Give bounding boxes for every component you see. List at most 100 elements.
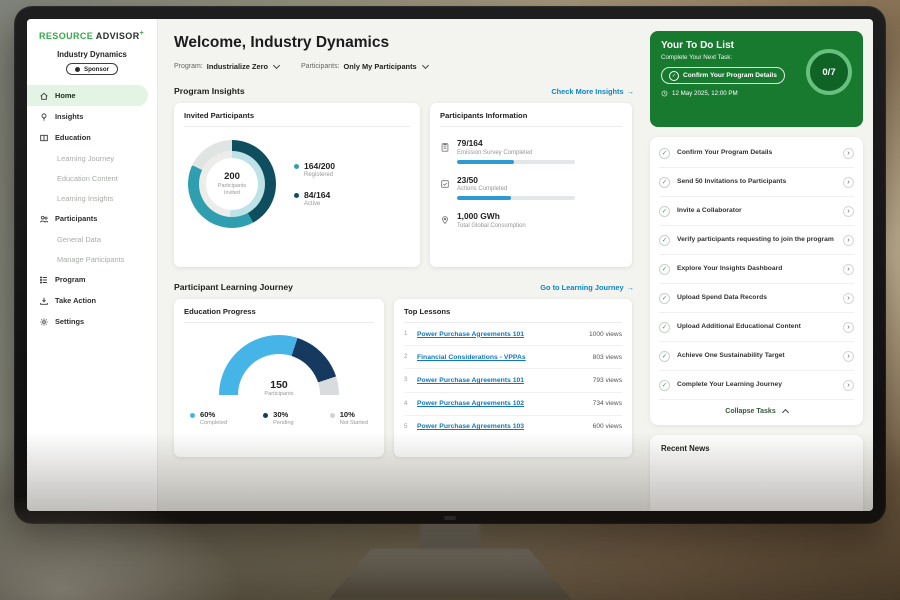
gauge-legend: 60% Completed 30% Pending <box>184 410 374 426</box>
insights-cards-row: Invited Participants 200 Participants In… <box>174 103 634 267</box>
sidebar-item-program[interactable]: Program <box>27 269 157 290</box>
lesson-link[interactable]: Power Purchase Agreements 102 <box>417 400 587 407</box>
check-circle-icon[interactable]: ✓ <box>659 177 670 188</box>
chevron-right-icon[interactable]: › <box>843 206 854 217</box>
check-circle-icon[interactable]: ✓ <box>659 206 670 217</box>
gauge-center-value: 150 <box>219 379 339 391</box>
task-row[interactable]: ✓ Complete Your Learning Journey › <box>659 371 854 400</box>
check-circle-icon[interactable]: ✓ <box>659 293 670 304</box>
clock-icon <box>661 90 668 97</box>
lesson-link[interactable]: Power Purchase Agreements 103 <box>417 423 587 430</box>
lesson-views: 803 views <box>593 354 622 361</box>
sidebar-menu: Home Insights Education Learning Journey <box>27 85 157 332</box>
invited-participants-donut: 200 Participants Invited <box>188 140 276 228</box>
book-icon <box>39 133 49 143</box>
sidebar-item-learning-insights[interactable]: Learning Insights <box>27 188 157 208</box>
task-label: Verify participants requesting to join t… <box>677 236 836 245</box>
task-row[interactable]: ✓ Send 50 Invitations to Participants › <box>659 168 854 197</box>
chevron-right-icon[interactable]: › <box>843 380 854 391</box>
program-filter[interactable]: Program: Industrialize Zero <box>174 62 279 71</box>
legend-label: Active <box>304 201 330 207</box>
chevron-right-icon[interactable]: › <box>843 148 854 159</box>
chevron-down-icon <box>273 62 280 69</box>
due-text: 12 May 2025, 12:00 PM <box>672 90 738 97</box>
sidebar-item-settings[interactable]: Settings <box>27 311 157 332</box>
program-filter-value: Industrialize Zero <box>207 62 268 71</box>
chevron-right-icon[interactable]: › <box>843 235 854 246</box>
lesson-link[interactable]: Financial Considerations - VPPAs <box>417 354 587 361</box>
sidebar-item-learning-journey[interactable]: Learning Journey <box>27 148 157 168</box>
sidebar-item-label: Education Content <box>57 174 118 183</box>
legend-label: Registered <box>304 172 335 178</box>
top-lessons-card: Top Lessons 1 Power Purchase Agreements … <box>394 299 632 457</box>
legend-dot <box>263 413 268 418</box>
lightbulb-icon <box>39 112 49 122</box>
chevron-right-icon[interactable]: › <box>843 264 854 275</box>
gauge-center: 150 Participants <box>219 379 339 397</box>
sidebar-item-general-data[interactable]: General Data <box>27 229 157 249</box>
lesson-link[interactable]: Power Purchase Agreements 101 <box>417 377 587 384</box>
donut-legend: 164/200 Registered 84/164 Active <box>294 161 335 207</box>
participants-filter[interactable]: Participants: Only My Participants <box>301 62 428 71</box>
sidebar-item-label: General Data <box>57 235 101 244</box>
monitor-bezel: RESOURCE ADVISOR+ Industry Dynamics Spon… <box>14 6 886 524</box>
home-icon <box>39 91 49 101</box>
sidebar-item-manage-participants[interactable]: Manage Participants <box>27 249 157 269</box>
collapse-tasks-button[interactable]: Collapse Tasks <box>659 400 854 422</box>
check-circle-icon[interactable]: ✓ <box>659 351 670 362</box>
progress-fill <box>457 160 514 164</box>
task-row[interactable]: ✓ Explore Your Insights Dashboard › <box>659 255 854 284</box>
legend-value: 30% <box>273 410 294 419</box>
list-icon <box>39 275 49 285</box>
people-icon <box>39 214 49 224</box>
sponsor-badge-icon <box>75 67 80 72</box>
sidebar-item-label: Insights <box>55 112 83 121</box>
legend-label: Pending <box>273 420 294 426</box>
todo-summary-card: Your To Do List Complete Your Next Task:… <box>650 31 863 127</box>
chevron-right-icon[interactable]: › <box>843 322 854 333</box>
legend-dot <box>330 413 335 418</box>
actions-progress-bar <box>457 196 575 200</box>
check-circle-icon[interactable]: ✓ <box>659 235 670 246</box>
sidebar-item-label: Education <box>55 133 91 142</box>
check-circle-icon: ✓ <box>669 71 679 81</box>
monitor-stand-base <box>328 548 572 600</box>
legend-dot <box>294 193 299 198</box>
task-row[interactable]: ✓ Achieve One Sustainability Target › <box>659 342 854 371</box>
info-row-survey: 79/164 Emission Survey Completed <box>440 138 622 164</box>
chevron-right-icon[interactable]: › <box>843 293 854 304</box>
sidebar-item-participants[interactable]: Participants <box>27 208 157 229</box>
todo-progress-ring: 0/7 <box>806 49 852 95</box>
task-row[interactable]: ✓ Verify participants requesting to join… <box>659 226 854 255</box>
check-circle-icon[interactable]: ✓ <box>659 380 670 391</box>
task-label: Upload Spend Data Records <box>677 294 836 303</box>
arrow-right-icon: → <box>627 283 634 292</box>
legend-item-completed: 60% Completed <box>190 410 227 426</box>
sidebar-item-education-content[interactable]: Education Content <box>27 168 157 188</box>
check-more-insights-link[interactable]: Check More Insights → <box>551 87 634 96</box>
donut-center-value: 200 <box>224 171 240 182</box>
sidebar-item-education[interactable]: Education <box>27 127 157 148</box>
download-tray-icon <box>39 296 49 306</box>
check-circle-icon[interactable]: ✓ <box>659 322 670 333</box>
go-to-learning-journey-link[interactable]: Go to Learning Journey → <box>540 283 634 292</box>
chevron-right-icon[interactable]: › <box>843 177 854 188</box>
lesson-rank: 5 <box>404 424 411 430</box>
next-task-label: Confirm Your Program Details <box>683 72 777 79</box>
journey-cards-row: Education Progress 150 Participants <box>174 299 634 457</box>
sidebar: RESOURCE ADVISOR+ Industry Dynamics Spon… <box>27 19 158 511</box>
next-task-pill[interactable]: ✓ Confirm Your Program Details <box>661 67 785 84</box>
chevron-right-icon[interactable]: › <box>843 351 854 362</box>
task-row[interactable]: ✓ Invite a Collaborator › <box>659 197 854 226</box>
check-circle-icon[interactable]: ✓ <box>659 264 670 275</box>
task-row[interactable]: ✓ Upload Additional Educational Content … <box>659 313 854 342</box>
check-circle-icon[interactable]: ✓ <box>659 148 670 159</box>
sidebar-item-take-action[interactable]: Take Action <box>27 290 157 311</box>
lesson-link[interactable]: Power Purchase Agreements 101 <box>417 331 583 338</box>
legend-value: 10% <box>340 410 368 419</box>
task-row[interactable]: ✓ Confirm Your Program Details › <box>659 139 854 168</box>
sidebar-item-home[interactable]: Home <box>27 85 148 106</box>
task-row[interactable]: ✓ Upload Spend Data Records › <box>659 284 854 313</box>
sidebar-item-insights[interactable]: Insights <box>27 106 157 127</box>
legend-item-active: 84/164 Active <box>294 190 335 207</box>
